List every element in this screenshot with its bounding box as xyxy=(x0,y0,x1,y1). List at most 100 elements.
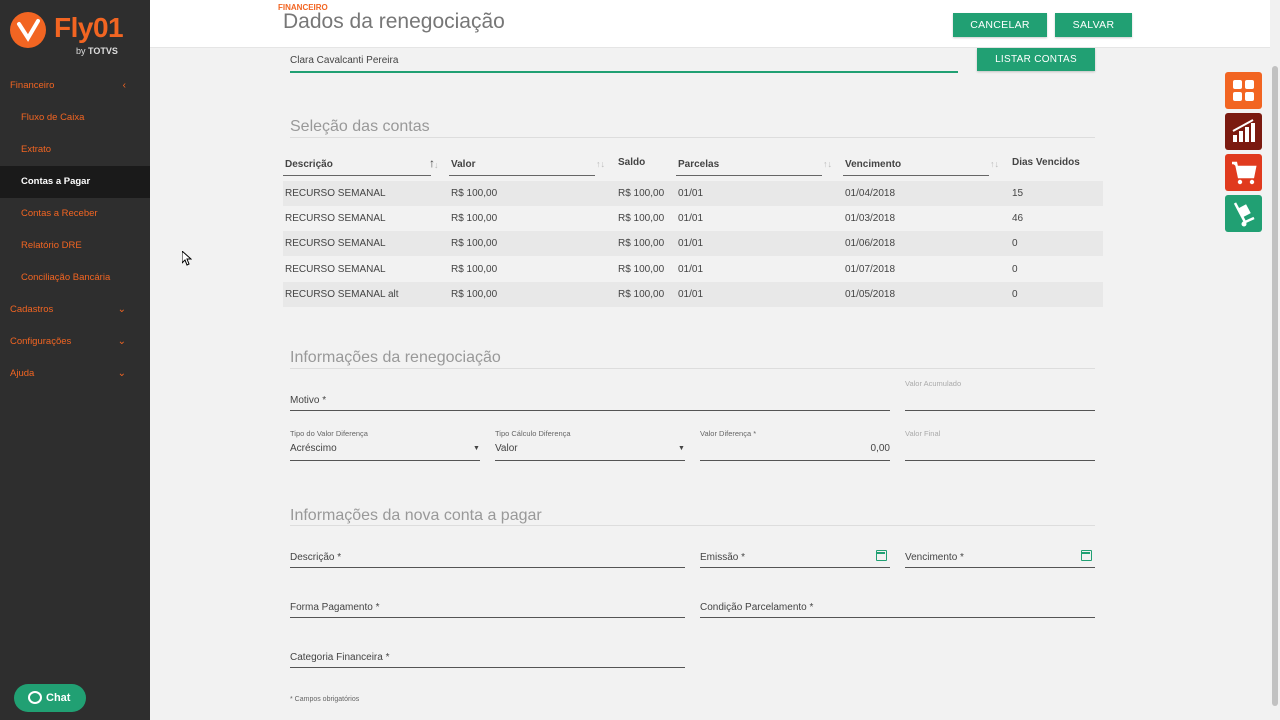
vencimento-input[interactable] xyxy=(905,567,1095,568)
column-underline xyxy=(283,175,431,176)
motivo-input[interactable] xyxy=(290,410,890,411)
emissao-input[interactable] xyxy=(700,567,890,568)
cell-dias-vencidos: 0 xyxy=(1012,264,1018,275)
cell-valor: R$ 100,00 xyxy=(451,188,498,199)
forma-pagamento-input[interactable] xyxy=(290,617,685,618)
sidebar-item-configuracoes[interactable]: Configurações ⌄ xyxy=(0,326,150,358)
tipo-valor-underline xyxy=(290,460,480,461)
descricao-input[interactable] xyxy=(290,567,685,568)
brand-by: by TOTVS xyxy=(76,46,118,56)
sidebar-item-ajuda[interactable]: Ajuda ⌄ xyxy=(0,358,150,390)
list-accounts-button[interactable]: LISTAR CONTAS xyxy=(977,48,1095,71)
cell-vencimento: 01/04/2018 xyxy=(845,188,896,199)
table-row[interactable]: RECURSO SEMANAL R$ 100,00 R$ 100,00 01/0… xyxy=(283,257,1103,282)
table-row[interactable]: RECURSO SEMANAL R$ 100,00 R$ 100,00 01/0… xyxy=(283,181,1103,206)
table-row[interactable]: RECURSO SEMANAL R$ 100,00 R$ 100,00 01/0… xyxy=(283,231,1103,256)
emissao-label: Emissão * xyxy=(700,552,746,563)
hand-truck-icon[interactable] xyxy=(1225,195,1262,232)
main-content: FINANCEIRO Dados da renegociação CANCELA… xyxy=(150,0,1270,720)
cell-vencimento: 01/03/2018 xyxy=(845,213,896,224)
cell-saldo: R$ 100,00 xyxy=(618,264,665,275)
sidebar-item-relatorio-dre[interactable]: Relatório DRE xyxy=(0,230,150,262)
cell-saldo: R$ 100,00 xyxy=(618,213,665,224)
sort-icon[interactable]: ↑↓ xyxy=(596,159,605,169)
supplier-input[interactable]: Clara Cavalcanti Pereira xyxy=(290,55,398,66)
calendar-icon[interactable] xyxy=(1081,550,1092,561)
tipo-valor-select[interactable]: Acréscimo xyxy=(290,443,337,454)
cell-parcelas: 01/01 xyxy=(678,238,704,249)
page-title: Dados da renegociação xyxy=(283,10,505,33)
categoria-financeira-input[interactable] xyxy=(290,667,685,668)
sidebar-item-cadastros[interactable]: Cadastros ⌄ xyxy=(0,294,150,326)
cell-saldo: R$ 100,00 xyxy=(618,188,665,199)
sort-icon[interactable]: ↑↓ xyxy=(823,159,832,169)
cell-valor: R$ 100,00 xyxy=(451,213,498,224)
valor-diferenca-input[interactable]: 0,00 xyxy=(800,443,890,454)
descricao-label: Descrição * xyxy=(290,552,342,563)
column-header-valor[interactable]: Valor xyxy=(451,159,475,170)
sidebar-item-conciliacao-bancaria[interactable]: Conciliação Bancária xyxy=(0,262,150,294)
cell-valor: R$ 100,00 xyxy=(451,238,498,249)
cell-parcelas: 01/01 xyxy=(678,188,704,199)
column-header-vencimento[interactable]: Vencimento xyxy=(845,159,901,170)
column-header-descricao[interactable]: Descrição xyxy=(285,159,333,170)
bar-chart-icon[interactable] xyxy=(1225,113,1262,150)
valor-diferenca-underline xyxy=(700,460,890,461)
cell-vencimento: 01/05/2018 xyxy=(845,289,896,300)
brand-logo[interactable]: Fly01 by TOTVS xyxy=(10,10,140,62)
section-divider xyxy=(290,368,1095,369)
page-scrollbar[interactable] xyxy=(1270,0,1280,720)
cancel-button[interactable]: CANCELAR xyxy=(953,13,1047,37)
cell-parcelas: 01/01 xyxy=(678,289,704,300)
tipo-valor-label: Tipo do Valor Diferença xyxy=(290,429,368,438)
column-underline xyxy=(676,175,822,176)
fly01-logo-icon xyxy=(10,12,46,48)
tipo-calculo-underline xyxy=(495,460,685,461)
sidebar-item-contas-a-receber[interactable]: Contas a Receber xyxy=(0,198,150,230)
sidebar-item-extrato[interactable]: Extrato xyxy=(0,134,150,166)
chat-button[interactable]: Chat xyxy=(14,684,86,712)
dropdown-arrow-icon[interactable]: ▼ xyxy=(678,445,685,452)
cell-descricao: RECURSO SEMANAL xyxy=(285,213,386,224)
cell-vencimento: 01/07/2018 xyxy=(845,264,896,275)
cell-valor: R$ 100,00 xyxy=(451,264,498,275)
cell-descricao: RECURSO SEMANAL xyxy=(285,188,386,199)
supplier-input-underline xyxy=(290,71,958,73)
scrollbar-thumb[interactable] xyxy=(1272,66,1278,706)
categoria-financeira-label: Categoria Financeira * xyxy=(290,652,390,663)
sidebar-item-contas-a-pagar[interactable]: Contas a Pagar xyxy=(0,166,150,198)
cell-parcelas: 01/01 xyxy=(678,264,704,275)
cell-dias-vencidos: 46 xyxy=(1012,213,1024,224)
chat-bubble-icon xyxy=(28,691,42,704)
sort-icon[interactable]: ↑↓ xyxy=(990,159,999,169)
column-header-saldo: Saldo xyxy=(618,157,646,168)
table-row[interactable]: RECURSO SEMANAL alt R$ 100,00 R$ 100,00 … xyxy=(283,282,1103,307)
condicao-parcelamento-input[interactable] xyxy=(700,617,1095,618)
new-account-section-title: Informações da nova conta a pagar xyxy=(290,507,542,524)
valor-diferenca-label: Valor Diferença * xyxy=(700,429,757,438)
forma-pagamento-label: Forma Pagamento * xyxy=(290,602,380,613)
table-row[interactable]: RECURSO SEMANAL R$ 100,00 R$ 100,00 01/0… xyxy=(283,206,1103,231)
tipo-calculo-select[interactable]: Valor xyxy=(495,443,518,454)
cart-icon[interactable] xyxy=(1225,154,1262,191)
vencimento-label: Vencimento * xyxy=(905,552,964,563)
cell-descricao: RECURSO SEMANAL xyxy=(285,238,386,249)
sidebar-item-financeiro[interactable]: Financeiro ‹ xyxy=(0,70,150,102)
save-button[interactable]: SALVAR xyxy=(1055,13,1132,37)
sort-desc-icon[interactable]: ↓ xyxy=(434,160,439,170)
sidebar: Fly01 by TOTVS Financeiro ‹ Fluxo de Caix… xyxy=(0,0,150,720)
valor-final-field xyxy=(905,460,1095,461)
grid-apps-icon[interactable] xyxy=(1225,72,1262,109)
cell-dias-vencidos: 0 xyxy=(1012,238,1018,249)
motivo-label: Motivo * xyxy=(290,395,327,406)
chevron-down-icon: ⌄ xyxy=(117,304,126,315)
dropdown-arrow-icon[interactable]: ▼ xyxy=(473,445,480,452)
column-underline xyxy=(449,175,595,176)
sidebar-nav: Financeiro ‹ Fluxo de Caixa Extrato Conta… xyxy=(0,70,150,390)
column-header-parcelas[interactable]: Parcelas xyxy=(678,159,719,170)
chevron-down-icon: ⌄ xyxy=(117,368,126,379)
cell-descricao: RECURSO SEMANAL alt xyxy=(285,289,399,300)
sidebar-item-fluxo-de-caixa[interactable]: Fluxo de Caixa xyxy=(0,102,150,134)
chevron-left-icon: ‹ xyxy=(122,80,126,91)
calendar-icon[interactable] xyxy=(876,550,887,561)
